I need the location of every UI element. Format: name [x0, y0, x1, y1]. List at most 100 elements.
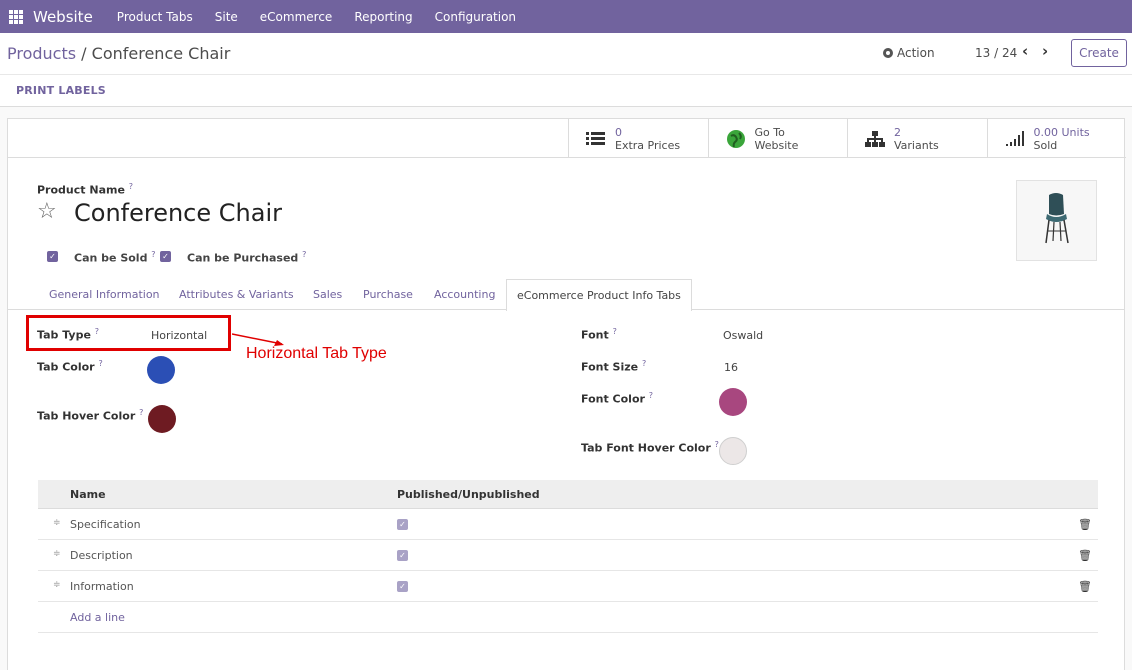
drag-handle-icon[interactable]: ≑	[53, 518, 61, 528]
pager-value[interactable]: 13 / 24	[975, 46, 1017, 60]
trash-icon[interactable]: 🗑	[1078, 549, 1092, 562]
product-name-label-text: Product Name	[37, 183, 125, 197]
table-row[interactable]: ≑ Specification ✓ 🗑	[38, 509, 1098, 540]
nav-product-tabs[interactable]: Product Tabs	[117, 10, 193, 24]
help-icon[interactable]: ?	[302, 250, 306, 259]
create-button[interactable]: Create	[1071, 39, 1127, 67]
table-row[interactable]: ≑ Information ✓ 🗑	[38, 571, 1098, 602]
tab-general-information[interactable]: General Information	[49, 288, 160, 301]
website-label: Website	[754, 138, 799, 152]
notebook-tabs: General Information Attributes & Variant…	[8, 279, 1124, 311]
font-size-label-text: Font Size	[581, 360, 639, 374]
published-checkbox[interactable]: ✓	[397, 550, 408, 561]
font-select[interactable]: Oswald	[723, 329, 763, 342]
star-icon[interactable]: ☆	[37, 199, 57, 224]
can-be-purchased-label: Can be Purchased ?	[187, 250, 306, 265]
chevron-left-icon[interactable]: ‹	[1022, 42, 1028, 60]
font-size-label: Font Size ?	[581, 359, 646, 374]
font-color-swatch[interactable]	[719, 388, 747, 416]
font-label: Font ?	[581, 327, 617, 342]
signal-icon	[1004, 128, 1026, 150]
row-name[interactable]: Description	[70, 549, 133, 562]
tab-color-label: Tab Color ?	[37, 359, 103, 374]
units-sold-value: 0.00 Units	[1033, 125, 1090, 139]
units-sold-button[interactable]: 0.00 Units Sold	[986, 119, 1127, 158]
trash-icon[interactable]: 🗑	[1078, 518, 1092, 531]
can-be-purchased-checkbox[interactable]: ✓	[160, 251, 171, 262]
drag-handle-icon[interactable]: ≑	[53, 549, 61, 559]
tab-font-hover-color-label-text: Tab Font Hover Color	[581, 441, 711, 455]
list-icon	[585, 128, 607, 150]
annotation-highlight-box	[26, 315, 231, 351]
help-icon[interactable]: ?	[151, 250, 155, 259]
variants-button[interactable]: 2 Variants	[847, 119, 987, 158]
can-be-sold-checkbox[interactable]: ✓	[47, 251, 58, 262]
apps-menu-icon[interactable]	[9, 9, 23, 24]
drag-handle-icon[interactable]: ≑	[53, 580, 61, 590]
trash-icon[interactable]: 🗑	[1078, 580, 1092, 593]
font-color-label: Font Color ?	[581, 391, 653, 406]
extra-prices-label: Extra Prices	[615, 138, 681, 152]
help-icon[interactable]: ?	[129, 182, 133, 191]
sitemap-icon	[864, 128, 886, 150]
tab-font-hover-color-label: Tab Font Hover Color ?	[581, 440, 719, 455]
tab-color-label-text: Tab Color	[37, 360, 95, 374]
table-row[interactable]: ≑ Description ✓ 🗑	[38, 540, 1098, 571]
extra-prices-button[interactable]: 0 Extra Prices	[568, 119, 708, 158]
chevron-right-icon[interactable]: ›	[1042, 42, 1048, 60]
print-labels-button[interactable]: PRINT LABELS	[16, 84, 106, 97]
font-size-field[interactable]: 16	[724, 361, 738, 374]
breadcrumb-products-link[interactable]: Products	[7, 44, 76, 63]
help-icon[interactable]: ?	[98, 359, 102, 368]
control-panel: Products / Conference Chair Action 13 / …	[0, 33, 1132, 107]
published-checkbox[interactable]: ✓	[397, 581, 408, 592]
row-name[interactable]: Information	[70, 580, 134, 593]
help-icon[interactable]: ?	[649, 391, 653, 400]
tab-purchase[interactable]: Purchase	[363, 288, 413, 301]
app-brand[interactable]: Website	[33, 8, 93, 26]
add-a-line-link[interactable]: Add a line	[70, 611, 125, 624]
tab-color-swatch[interactable]	[147, 356, 175, 384]
go-to-website-button[interactable]: Go To Website	[707, 119, 848, 158]
tab-ecommerce-product-info-tabs[interactable]: eCommerce Product Info Tabs	[506, 279, 692, 311]
chair-icon	[1045, 193, 1069, 244]
nav-configuration[interactable]: Configuration	[435, 10, 516, 24]
units-sold-label: Sold	[1033, 138, 1058, 152]
published-checkbox[interactable]: ✓	[397, 519, 408, 530]
tab-accounting[interactable]: Accounting	[434, 288, 495, 301]
tab-font-hover-color-swatch[interactable]	[719, 437, 747, 465]
help-icon[interactable]: ?	[642, 359, 646, 368]
product-name-label: Product Name ?	[37, 182, 133, 197]
product-tabs-table: Name Published/Unpublished ≑ Specificati…	[38, 480, 1098, 633]
smart-button-box: 0 Extra Prices Go To Website 2 Variants 0.0…	[568, 119, 1126, 158]
breadcrumb-separator: /	[76, 44, 92, 63]
nav-ecommerce[interactable]: eCommerce	[260, 10, 333, 24]
tab-sales[interactable]: Sales	[313, 288, 342, 301]
column-name-header[interactable]: Name	[70, 488, 106, 501]
go-to-label: Go To	[754, 125, 785, 139]
nav-site[interactable]: Site	[215, 10, 238, 24]
nav-reporting[interactable]: Reporting	[354, 10, 412, 24]
tab-attributes-variants[interactable]: Attributes & Variants	[179, 288, 294, 301]
row-name[interactable]: Specification	[70, 518, 141, 531]
variants-label: Variants	[894, 138, 939, 152]
variants-value: 2	[894, 125, 901, 139]
breadcrumb-current: Conference Chair	[91, 44, 231, 63]
product-name-field[interactable]: Conference Chair	[74, 199, 282, 227]
globe-icon	[725, 128, 747, 150]
column-published-header[interactable]: Published/Unpublished	[397, 488, 540, 501]
action-menu-button[interactable]: Action	[883, 46, 935, 60]
add-line-row: Add a line	[38, 602, 1098, 633]
breadcrumb: Products / Conference Chair	[7, 44, 230, 63]
help-icon[interactable]: ?	[139, 408, 143, 417]
product-image[interactable]	[1016, 180, 1097, 261]
tab-hover-color-label-text: Tab Hover Color	[37, 409, 136, 423]
help-icon[interactable]: ?	[613, 327, 617, 336]
divider	[0, 74, 1132, 75]
annotation-text: Horizontal Tab Type	[246, 345, 387, 362]
can-be-purchased-text: Can be Purchased	[187, 251, 299, 265]
can-be-sold-text: Can be Sold	[74, 251, 148, 265]
extra-prices-value: 0	[615, 125, 622, 139]
tab-hover-color-swatch[interactable]	[148, 405, 176, 433]
font-color-label-text: Font Color	[581, 392, 645, 406]
